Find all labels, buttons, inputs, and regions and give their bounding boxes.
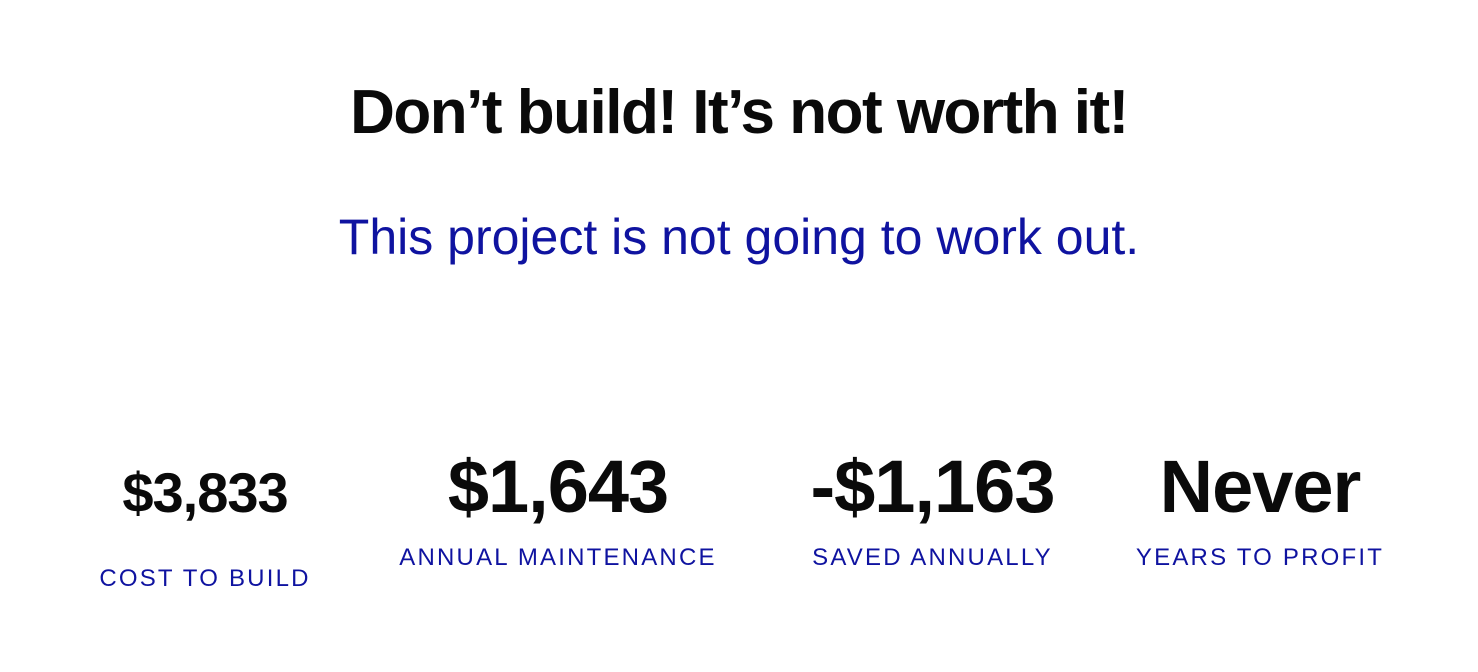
stat-label: SAVED ANNUALLY (812, 544, 1053, 571)
stat-value: -$1,163 (810, 445, 1056, 528)
stat-value: Never (1159, 445, 1362, 528)
stat-years-to-profit: Never YEARS TO PROFIT (1125, 445, 1395, 573)
stat-label: YEARS TO PROFIT (1135, 544, 1385, 571)
stat-saved-annually: -$1,163 SAVED ANNUALLY (790, 445, 1075, 573)
result-subhead: This project is not going to work out. (338, 209, 1140, 265)
stat-value: $3,833 (122, 461, 288, 524)
stat-annual-maintenance: $1,643 ANNUAL MAINTENANCE (378, 445, 738, 573)
stat-cost-to-build: $3,833 COST TO BUILD (70, 458, 340, 594)
stat-label: ANNUAL MAINTENANCE (399, 544, 717, 571)
stat-label: COST TO BUILD (99, 565, 311, 592)
stat-value: $1,643 (447, 445, 669, 528)
result-headline: Don’t build! It’s not worth it! (350, 78, 1129, 147)
